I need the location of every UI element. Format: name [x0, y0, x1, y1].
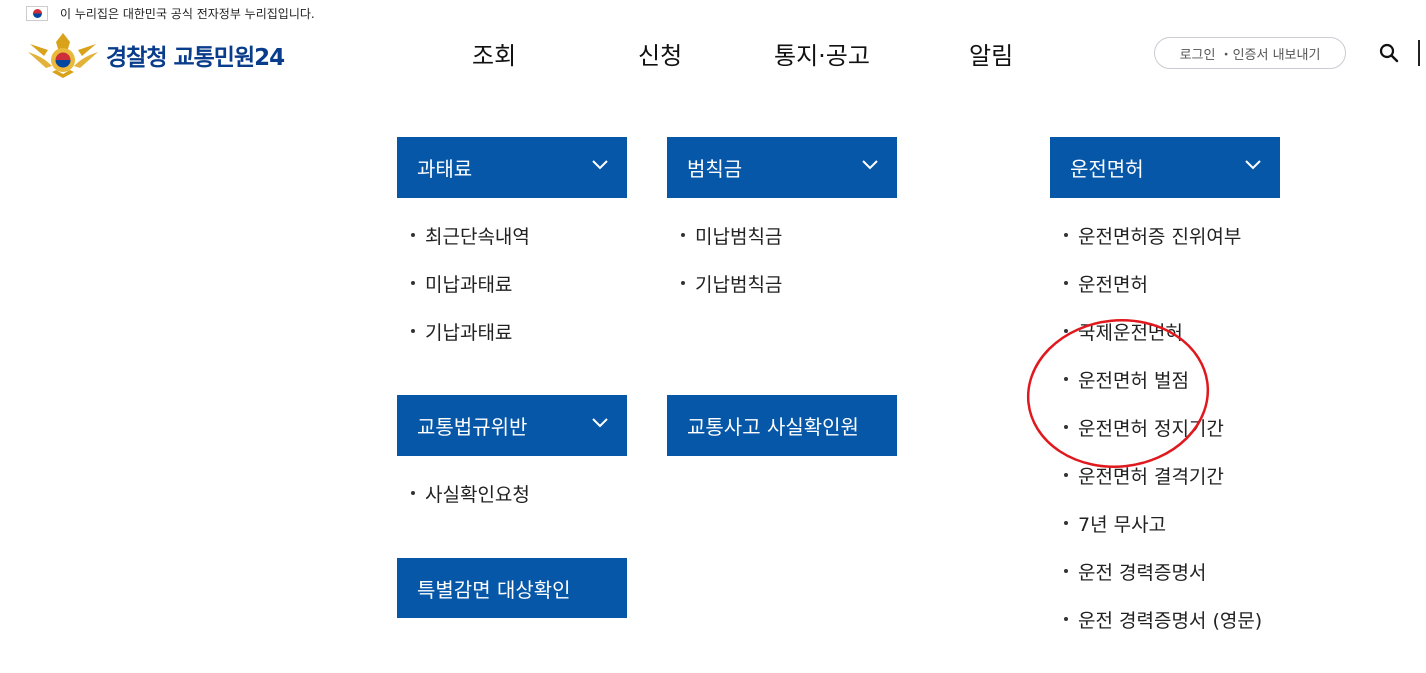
menu-list-penalty: 미납범칙금 기납범칙금 — [677, 222, 782, 318]
menu-item-recent-enforcement[interactable]: 최근단속내역 — [407, 222, 530, 270]
korea-flag-icon — [26, 5, 48, 21]
menu-header-penalty[interactable]: 범칙금 — [667, 137, 897, 198]
menu-item-fact-check-request[interactable]: 사실확인요청 — [407, 480, 530, 528]
menu-item-license-disqualification[interactable]: 운전면허 결격기간 — [1060, 462, 1262, 510]
login-button[interactable]: 로그인 ・인증서 내보내기 — [1154, 37, 1346, 69]
menu-item-license-penalty-points[interactable]: 운전면허 벌점 — [1060, 366, 1262, 414]
nav-item-apply[interactable]: 신청 — [638, 36, 682, 71]
chevron-down-icon — [862, 160, 878, 170]
menu-item-license[interactable]: 운전면허 — [1060, 270, 1262, 318]
menu-header-violation[interactable]: 교통법규위반 — [397, 395, 627, 456]
menu-item-driving-record-english[interactable]: 운전 경력증명서 (영문) — [1060, 606, 1262, 654]
menu-divider — [1418, 40, 1420, 66]
menu-header-fine[interactable]: 과태료 — [397, 137, 627, 198]
menu-item-paid-fine[interactable]: 기납과태료 — [407, 318, 530, 366]
menu-item-unpaid-fine[interactable]: 미납과태료 — [407, 270, 530, 318]
menu-title-penalty: 범칙금 — [687, 157, 743, 181]
menu-title-violation: 교통법규위반 — [417, 415, 528, 439]
gov-banner: 이 누리집은 대한민국 공식 전자정부 누리집입니다. — [26, 4, 315, 22]
nav-item-lookup[interactable]: 조회 — [472, 36, 516, 71]
menu-list-violation: 사실확인요청 — [407, 480, 530, 528]
menu-header-accident-certificate[interactable]: 교통사고 사실확인원 — [667, 395, 897, 456]
menu-title-license: 운전면허 — [1070, 157, 1144, 181]
chevron-down-icon — [592, 418, 608, 428]
search-icon[interactable] — [1378, 42, 1400, 64]
menu-title-fine: 과태료 — [417, 157, 473, 181]
nav-item-alerts[interactable]: 알림 — [969, 36, 1013, 71]
menu-item-seven-year-accident-free[interactable]: 7년 무사고 — [1060, 510, 1262, 558]
menu-header-license[interactable]: 운전면허 — [1050, 137, 1280, 198]
menu-item-unpaid-penalty[interactable]: 미납범칙금 — [677, 222, 782, 270]
menu-title-accident: 교통사고 사실확인원 — [687, 415, 859, 439]
menu-header-special-reduction[interactable]: 특별감면 대상확인 — [397, 558, 627, 618]
nav-item-notice[interactable]: 통지·공고 — [774, 36, 870, 71]
menu-item-international-license[interactable]: 국제운전면허 — [1060, 318, 1262, 366]
menu-title-special: 특별감면 대상확인 — [417, 577, 571, 602]
menu-list-fine: 최근단속내역 미납과태료 기납과태료 — [407, 222, 530, 366]
gov-banner-text: 이 누리집은 대한민국 공식 전자정부 누리집입니다. — [60, 6, 315, 21]
menu-item-driving-record[interactable]: 운전 경력증명서 — [1060, 558, 1262, 606]
menu-item-paid-penalty[interactable]: 기납범칙금 — [677, 270, 782, 318]
menu-list-license: 운전면허증 진위여부 운전면허 국제운전면허 운전면허 벌점 운전면허 정지기간… — [1060, 222, 1262, 654]
chevron-down-icon — [592, 160, 608, 170]
menu-item-license-suspension[interactable]: 운전면허 정지기간 — [1060, 414, 1262, 462]
menu-item-license-authenticity[interactable]: 운전면허증 진위여부 — [1060, 222, 1262, 270]
chevron-down-icon — [1245, 160, 1261, 170]
